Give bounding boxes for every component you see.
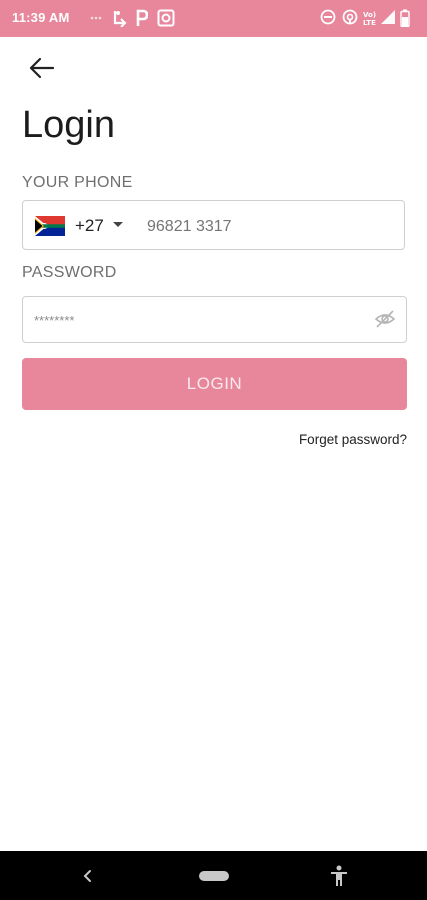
nav-back-icon[interactable]	[82, 868, 94, 884]
back-button[interactable]	[22, 52, 62, 84]
notification-dots-icon	[90, 16, 102, 20]
screen-capture-icon	[157, 9, 175, 27]
nav-home-pill[interactable]	[199, 871, 229, 881]
password-label: PASSWORD	[22, 264, 117, 281]
volte-signal-icon: Vo) LTE	[363, 11, 376, 27]
status-bar: 11:39 AM Vo) LTE	[0, 0, 427, 37]
accessibility-icon[interactable]	[329, 865, 349, 887]
login-button[interactable]: LOGIN	[22, 358, 407, 410]
svg-text:Vo): Vo)	[363, 11, 376, 19]
system-nav-bar	[0, 851, 427, 900]
caret-down-icon[interactable]	[112, 221, 124, 229]
south-africa-flag-icon[interactable]	[35, 216, 65, 236]
svg-text:LTE: LTE	[363, 19, 376, 27]
arrow-left-icon	[29, 57, 55, 79]
status-time: 11:39 AM	[12, 10, 70, 25]
page-title: Login	[22, 104, 115, 146]
signal-icon	[381, 10, 395, 24]
do-not-disturb-icon	[320, 9, 336, 25]
eye-off-icon[interactable]	[374, 309, 396, 329]
phone-input[interactable]	[145, 211, 399, 243]
dial-code[interactable]: +27	[75, 216, 104, 236]
phone-field: +27	[22, 200, 405, 250]
call-forward-icon	[113, 11, 127, 27]
forget-password-link[interactable]: Forget password?	[299, 432, 407, 447]
password-field	[22, 296, 407, 343]
phone-label: YOUR PHONE	[22, 174, 133, 191]
battery-icon	[400, 9, 410, 27]
parking-icon	[136, 9, 148, 26]
hotspot-icon	[342, 9, 358, 25]
password-input[interactable]	[32, 305, 366, 335]
